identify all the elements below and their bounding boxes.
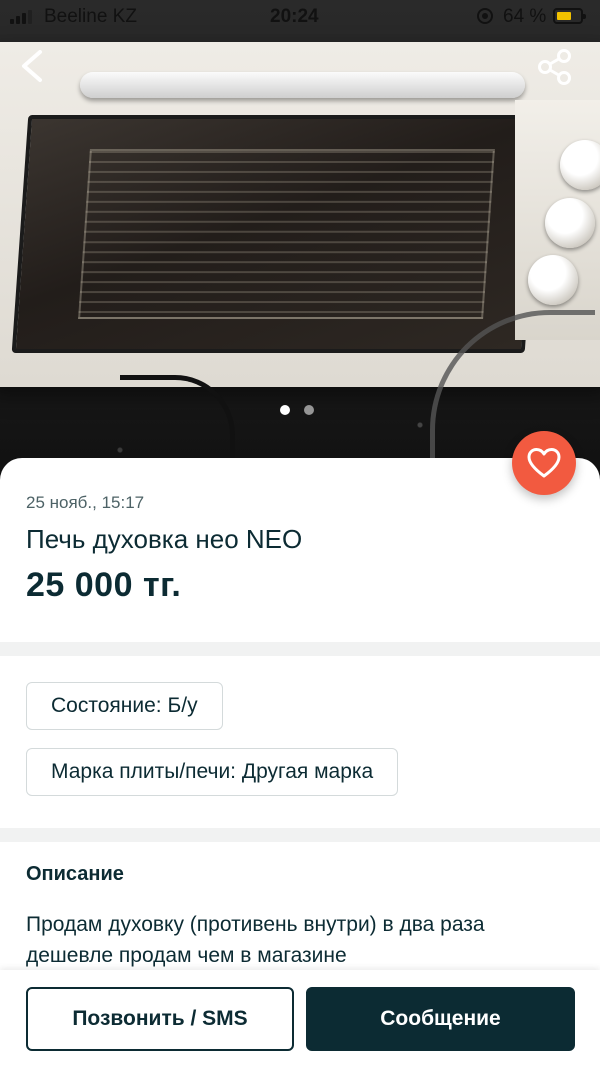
listing-date: 25 нояб., 15:17 — [26, 493, 145, 512]
attribute-chip-brand[interactable]: Марка плиты/печи: Другая марка — [26, 748, 399, 796]
battery-fill — [557, 12, 571, 20]
battery-icon — [553, 8, 586, 24]
gallery-dot[interactable] — [304, 405, 314, 415]
favorite-button[interactable] — [512, 431, 576, 495]
section-divider — [0, 642, 600, 656]
message-button[interactable]: Сообщение — [306, 987, 575, 1051]
gallery-dot[interactable] — [280, 405, 290, 415]
battery-percent: 64 % — [503, 6, 547, 27]
heart-icon — [527, 448, 561, 478]
oven-window-shape — [11, 115, 542, 353]
description-heading: Описание — [26, 863, 124, 885]
call-sms-button[interactable]: Позвонить / SMS — [26, 987, 294, 1051]
section-divider — [0, 828, 600, 842]
attribute-chip-condition[interactable]: Состояние: Б/у — [26, 682, 223, 730]
gallery-pagination — [280, 405, 314, 415]
listing-photo[interactable] — [0, 0, 600, 500]
oven-handle-shape — [80, 72, 525, 98]
oven-knob-shape — [545, 198, 595, 248]
share-button[interactable] — [534, 46, 576, 88]
description-text: Продам духовку (противень внутри) в два … — [26, 913, 485, 967]
carrier-name: Beeline KZ — [44, 6, 137, 27]
oven-knob-shape — [528, 255, 578, 305]
back-button[interactable] — [14, 46, 54, 86]
back-arrow-icon — [22, 50, 42, 82]
share-icon — [538, 49, 571, 85]
listing-title: Печь духовка нео NEO — [26, 524, 303, 554]
orientation-lock-icon — [477, 8, 493, 24]
signal-icon — [10, 10, 32, 24]
status-bar: Beeline KZ 20:24 64 % — [0, 0, 600, 36]
listing-price: 25 000 тг. — [26, 566, 182, 604]
clock: 20:24 — [270, 6, 319, 27]
